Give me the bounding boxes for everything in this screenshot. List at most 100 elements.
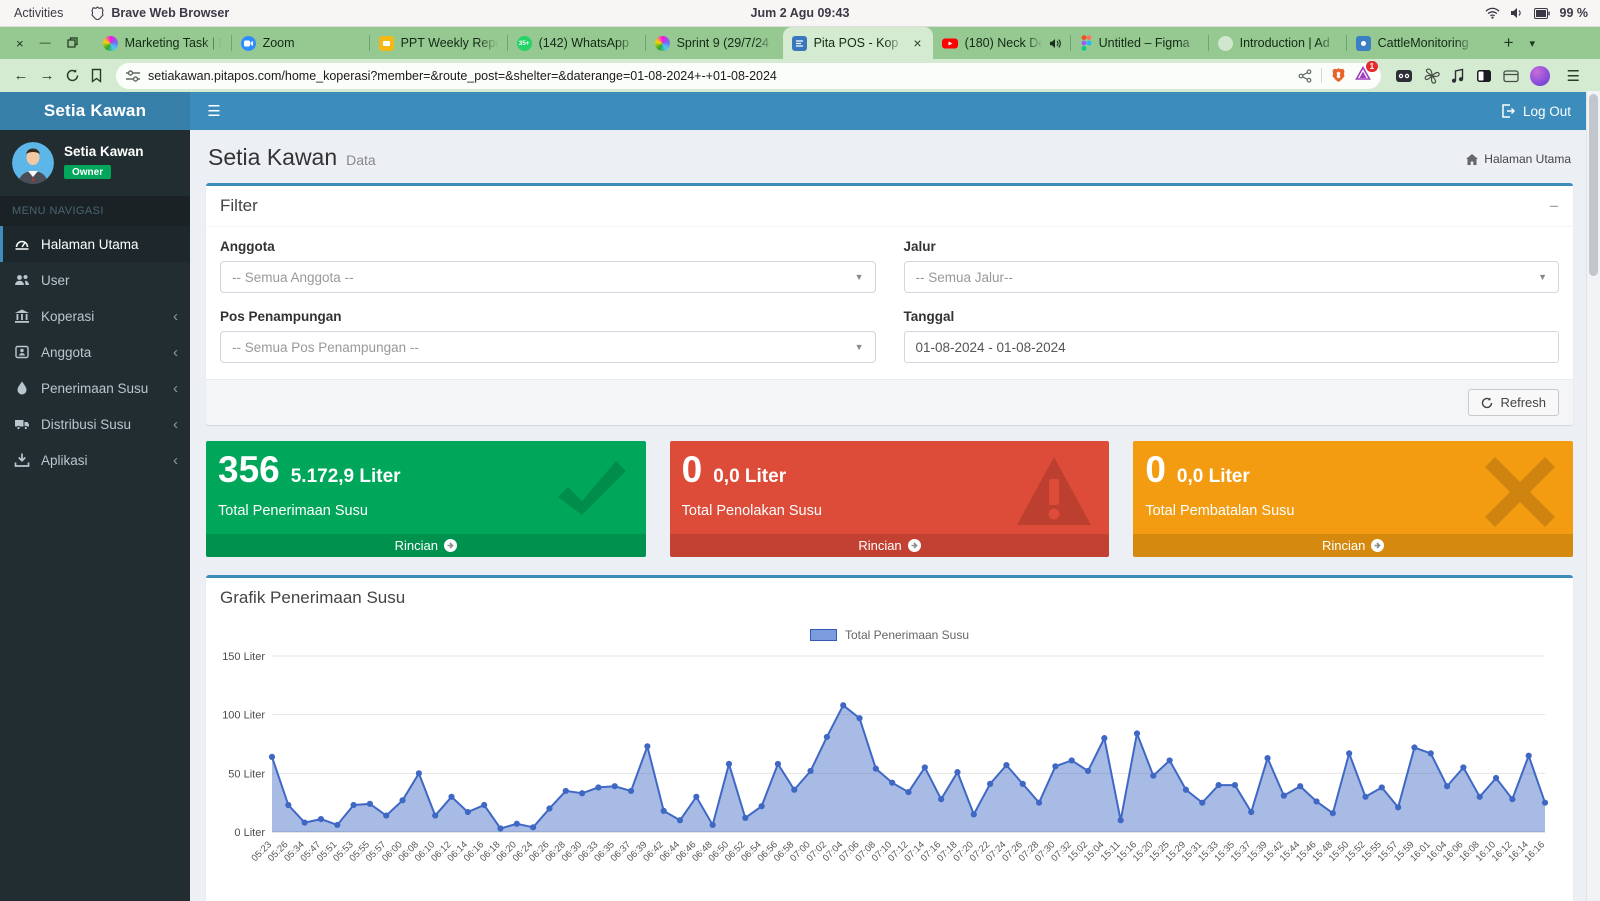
svg-text:50 Liter: 50 Liter — [228, 768, 265, 780]
collapse-button[interactable]: − — [1549, 198, 1559, 215]
extension-music-icon[interactable] — [1451, 68, 1465, 84]
whatsapp-favicon: 35+ — [517, 36, 532, 51]
page-scrollbar[interactable] — [1586, 91, 1600, 900]
blank-favicon — [1218, 36, 1233, 51]
page-subtitle: Data — [346, 152, 376, 168]
tab-strip: × — Marketing Task | FZoomPPT Weekly Rep… — [0, 27, 1600, 59]
tab-close-icon[interactable]: × — [911, 35, 923, 51]
anggota-select[interactable]: -- Semua Anggota -- ▼ — [220, 261, 876, 293]
new-tab-button[interactable]: + — [1504, 33, 1514, 53]
svg-text:0 Liter: 0 Liter — [234, 827, 265, 839]
rincian-link[interactable]: Rincian — [206, 534, 646, 557]
browser-menu-icon[interactable]: ☰ — [1561, 67, 1586, 85]
tab-search-chevron-icon[interactable]: ▾ — [1530, 37, 1536, 50]
sidebar-item-aplikasi[interactable]: Aplikasi‹ — [0, 442, 190, 478]
filter-field-tanggal: Tanggal 01-08-2024 - 01-08-2024 — [904, 309, 1560, 363]
sidebar-item-halaman-utama[interactable]: Halaman Utama — [0, 226, 190, 262]
cattle-favicon — [1356, 36, 1371, 51]
figma-favicon — [1080, 35, 1092, 51]
browser-tab[interactable]: Pita POS - Kop× — [783, 27, 933, 59]
logout-button[interactable]: Log Out — [1485, 92, 1587, 130]
jalur-select[interactable]: -- Semua Jalur-- ▼ — [904, 261, 1560, 293]
sidebar-item-distribusi-susu[interactable]: Distribusi Susu‹ — [0, 406, 190, 442]
chevron-left-icon: ‹ — [173, 380, 178, 397]
stats-row: 356 5.172,9 Liter Total Penerimaan Susu … — [206, 441, 1573, 557]
profile-avatar[interactable] — [1530, 66, 1550, 86]
window-close-button[interactable]: × — [16, 37, 24, 50]
extension-clover-icon[interactable] — [1424, 68, 1440, 84]
browser-tab[interactable]: CattleMonitoring — [1347, 27, 1484, 59]
dashboard-icon — [14, 236, 30, 252]
volume-icon — [1510, 7, 1524, 19]
activities-button[interactable]: Activities — [14, 6, 63, 20]
pos-select[interactable]: -- Semua Pos Penampungan -- ▼ — [220, 331, 876, 363]
sidebar-item-anggota[interactable]: Anggota‹ — [0, 334, 190, 370]
scrollbar-thumb[interactable] — [1589, 94, 1598, 276]
reload-icon — [65, 68, 80, 83]
clickup-favicon — [103, 36, 118, 51]
bookmark-icon[interactable] — [84, 68, 108, 83]
stat-count: 356 — [218, 451, 280, 488]
battery-icon — [1534, 8, 1550, 19]
sidebar-toggle-icon[interactable]: ☰ — [190, 102, 238, 120]
breadcrumb[interactable]: Halaman Utama — [1466, 144, 1571, 166]
extension-wallet-icon[interactable] — [1503, 69, 1519, 83]
app-menu[interactable]: Brave Web Browser — [91, 6, 229, 20]
rincian-link[interactable]: Rincian — [670, 534, 1110, 557]
restore-icon — [67, 37, 78, 48]
site-settings-icon[interactable] — [126, 70, 140, 82]
clock[interactable]: Jum 2 Agu 09:43 — [751, 6, 850, 20]
area-chart: 150 Liter100 Liter50 Liter0 Liter05:2305… — [220, 644, 1555, 896]
sidebar: Setia Kawan Setia Kawan Owner MENU NAVIG… — [0, 92, 190, 901]
brand-logo[interactable]: Setia Kawan — [0, 92, 190, 130]
user-panel: Setia Kawan Owner — [0, 130, 190, 196]
logout-icon — [1501, 104, 1515, 118]
chart-legend: Total Penerimaan Susu — [220, 628, 1559, 642]
refresh-button[interactable]: Refresh — [1468, 389, 1559, 416]
truck-icon — [14, 416, 30, 432]
address-bar[interactable]: setiakawan.pitapos.com/home_koperasi?mem… — [116, 63, 1381, 89]
menu-section-label: MENU NAVIGASI — [0, 196, 190, 226]
tab-audio-icon[interactable] — [1049, 38, 1061, 49]
system-tray[interactable]: 99 % — [1485, 6, 1600, 20]
forward-button[interactable]: → — [34, 67, 60, 84]
chevron-left-icon: ‹ — [173, 344, 178, 361]
battery-percent: 99 % — [1560, 6, 1589, 20]
share-icon[interactable] — [1298, 69, 1312, 83]
youtube-favicon — [942, 36, 958, 51]
rincian-link[interactable]: Rincian — [1133, 534, 1573, 557]
window-restore-button[interactable] — [67, 37, 78, 50]
brave-rewards-button[interactable]: 1 — [1355, 66, 1371, 86]
daterange-input[interactable]: 01-08-2024 - 01-08-2024 — [904, 331, 1560, 363]
arrow-circle-right-icon — [908, 539, 921, 552]
browser-tab[interactable]: Untitled – Figma — [1071, 27, 1208, 59]
stat-label: Total Penolakan Susu — [682, 503, 1098, 519]
browser-tab[interactable]: (180) Neck Dec — [933, 27, 1070, 59]
sidebar-item-user[interactable]: User — [0, 262, 190, 298]
browser-tab[interactable]: Zoom — [232, 27, 369, 59]
system-bar: Activities Brave Web Browser Jum 2 Agu 0… — [0, 0, 1600, 27]
chevron-left-icon: ‹ — [173, 308, 178, 325]
browser-tab[interactable]: 35+(142) WhatsApp — [508, 27, 645, 59]
window-minimize-button[interactable]: — — [40, 38, 51, 49]
chevron-down-icon: ▼ — [855, 342, 864, 352]
wifi-icon — [1485, 7, 1500, 19]
browser-tab[interactable]: Sprint 9 (29/7/24 — [646, 27, 783, 59]
extension-robot-icon[interactable] — [1395, 68, 1413, 84]
stat-liters: 0,0 Liter — [1177, 466, 1250, 488]
browser-tab[interactable]: Marketing Task | F — [94, 27, 231, 59]
browser-tab[interactable]: Introduction | Ad — [1209, 27, 1346, 59]
reload-button[interactable] — [60, 68, 84, 83]
back-button[interactable]: ← — [8, 67, 34, 84]
stat-liters: 0,0 Liter — [713, 466, 786, 488]
filter-panel: Filter − Anggota -- Semua Anggota -- ▼ — [206, 183, 1573, 425]
browser-tab[interactable]: PPT Weekly Repor — [370, 27, 507, 59]
sidebar-item-koperasi[interactable]: Koperasi‹ — [0, 298, 190, 334]
chevron-left-icon: ‹ — [173, 452, 178, 469]
brave-shield-icon[interactable] — [1331, 67, 1346, 84]
stat-liters: 5.172,9 Liter — [291, 466, 401, 488]
sidebar-item-penerimaan-susu[interactable]: Penerimaan Susu‹ — [0, 370, 190, 406]
url-text[interactable]: setiakawan.pitapos.com/home_koperasi?mem… — [148, 69, 1298, 83]
chart-panel: Grafik Penerimaan Susu Total Penerimaan … — [206, 575, 1573, 901]
extension-dark-panel-icon[interactable] — [1476, 69, 1492, 83]
